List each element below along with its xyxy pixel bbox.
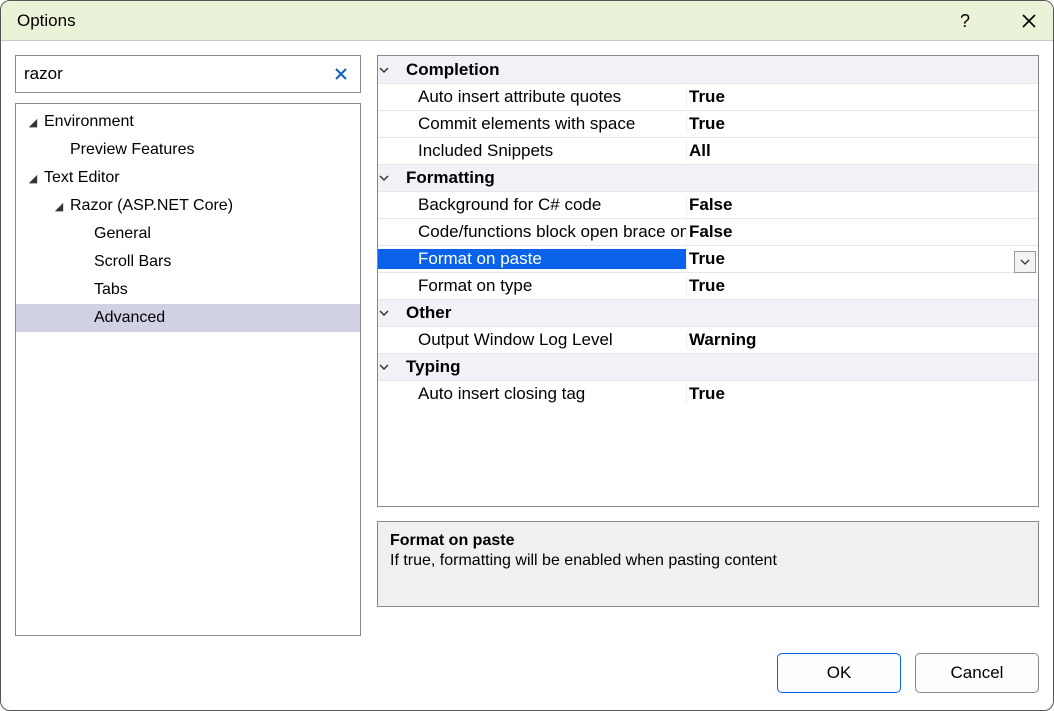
cancel-button[interactable]: Cancel bbox=[915, 653, 1039, 693]
chevron-down-icon[interactable]: ◢ bbox=[26, 172, 40, 185]
tree-item[interactable]: ◢ Environment bbox=[16, 108, 360, 136]
property-name: Output Window Log Level bbox=[378, 330, 686, 350]
property-value[interactable]: True bbox=[686, 87, 1038, 107]
property-category-label: Completion bbox=[406, 60, 500, 80]
clear-search-icon[interactable] bbox=[330, 67, 352, 81]
description-title: Format on paste bbox=[390, 532, 1026, 550]
help-icon[interactable]: ? bbox=[953, 9, 977, 33]
right-pane: CompletionAuto insert attribute quotesTr… bbox=[377, 55, 1039, 636]
tree-item-label: Tabs bbox=[94, 281, 128, 299]
window-title: Options bbox=[17, 11, 76, 31]
property-name: Commit elements with space bbox=[378, 114, 686, 134]
property-value[interactable]: False bbox=[686, 222, 1038, 242]
close-icon[interactable] bbox=[1017, 9, 1041, 33]
property-category[interactable]: Formatting bbox=[378, 164, 1038, 191]
property-row[interactable]: Commit elements with spaceTrue bbox=[378, 110, 1038, 137]
chevron-down-icon[interactable] bbox=[378, 361, 406, 373]
property-row[interactable]: Background for C# codeFalse bbox=[378, 191, 1038, 218]
tree-item-label: Text Editor bbox=[44, 169, 120, 187]
titlebar-controls: ? bbox=[953, 1, 1041, 41]
property-value[interactable]: True bbox=[686, 249, 1038, 269]
dialog-footer: OK Cancel bbox=[1, 650, 1053, 710]
property-category-label: Formatting bbox=[406, 168, 495, 188]
property-name: Format on type bbox=[378, 276, 686, 296]
property-value[interactable]: True bbox=[686, 114, 1038, 134]
tree-item-label: Environment bbox=[44, 113, 134, 131]
chevron-down-icon[interactable] bbox=[378, 172, 406, 184]
property-value[interactable]: True bbox=[686, 384, 1038, 404]
tree-item[interactable]: Preview Features bbox=[16, 136, 360, 164]
chevron-down-icon[interactable]: ◢ bbox=[26, 116, 40, 129]
options-tree[interactable]: ◢ Environment Preview Features ◢ Text Editor… bbox=[15, 103, 361, 636]
property-category-label: Typing bbox=[406, 357, 460, 377]
property-row[interactable]: Code/functions block open brace onFalse bbox=[378, 218, 1038, 245]
property-name: Auto insert attribute quotes bbox=[378, 87, 686, 107]
tree-item[interactable]: ◢ Text Editor bbox=[16, 164, 360, 192]
property-category[interactable]: Typing bbox=[378, 353, 1038, 380]
property-value[interactable]: True bbox=[686, 276, 1038, 296]
description-pane: Format on paste If true, formatting will… bbox=[377, 521, 1039, 607]
tree-item-label: Razor (ASP.NET Core) bbox=[70, 197, 233, 215]
property-name: Code/functions block open brace on bbox=[378, 222, 686, 242]
property-row[interactable]: Format on typeTrue bbox=[378, 272, 1038, 299]
property-value[interactable]: All bbox=[686, 141, 1038, 161]
property-category[interactable]: Completion bbox=[378, 56, 1038, 83]
property-row[interactable]: Format on pasteTrue bbox=[378, 245, 1038, 272]
tree-item[interactable]: ◢ Razor (ASP.NET Core) bbox=[16, 192, 360, 220]
search-input[interactable] bbox=[24, 56, 330, 92]
ok-button[interactable]: OK bbox=[777, 653, 901, 693]
dropdown-icon[interactable] bbox=[1014, 251, 1036, 273]
tree-item[interactable]: General bbox=[16, 220, 360, 248]
tree-item[interactable]: Scroll Bars bbox=[16, 248, 360, 276]
tree-item-label: Scroll Bars bbox=[94, 253, 171, 271]
chevron-down-icon[interactable]: ◢ bbox=[52, 200, 66, 213]
tree-item-label: Advanced bbox=[94, 309, 165, 327]
options-dialog: Options ? ◢ Environment Preview Features ◢ T… bbox=[0, 0, 1054, 711]
property-category-label: Other bbox=[406, 303, 451, 323]
property-name: Background for C# code bbox=[378, 195, 686, 215]
chevron-down-icon[interactable] bbox=[378, 307, 406, 319]
content-area: ◢ Environment Preview Features ◢ Text Editor… bbox=[1, 41, 1053, 650]
property-name: Auto insert closing tag bbox=[378, 384, 686, 404]
property-row[interactable]: Included SnippetsAll bbox=[378, 137, 1038, 164]
titlebar: Options ? bbox=[1, 1, 1053, 41]
chevron-down-icon[interactable] bbox=[378, 64, 406, 76]
property-name: Included Snippets bbox=[378, 141, 686, 161]
property-grid[interactable]: CompletionAuto insert attribute quotesTr… bbox=[377, 55, 1039, 507]
tree-item[interactable]: Tabs bbox=[16, 276, 360, 304]
property-row[interactable]: Output Window Log LevelWarning bbox=[378, 326, 1038, 353]
property-value[interactable]: Warning bbox=[686, 330, 1038, 350]
property-row[interactable]: Auto insert closing tagTrue bbox=[378, 380, 1038, 407]
property-category[interactable]: Other bbox=[378, 299, 1038, 326]
tree-item-label: General bbox=[94, 225, 151, 243]
property-value[interactable]: False bbox=[686, 195, 1038, 215]
description-body: If true, formatting will be enabled when… bbox=[390, 552, 1026, 570]
property-row[interactable]: Auto insert attribute quotesTrue bbox=[378, 83, 1038, 110]
left-pane: ◢ Environment Preview Features ◢ Text Editor… bbox=[15, 55, 361, 636]
property-name: Format on paste bbox=[378, 249, 686, 269]
tree-item-label: Preview Features bbox=[70, 141, 195, 159]
tree-item[interactable]: Advanced bbox=[16, 304, 360, 332]
search-box[interactable] bbox=[15, 55, 361, 93]
